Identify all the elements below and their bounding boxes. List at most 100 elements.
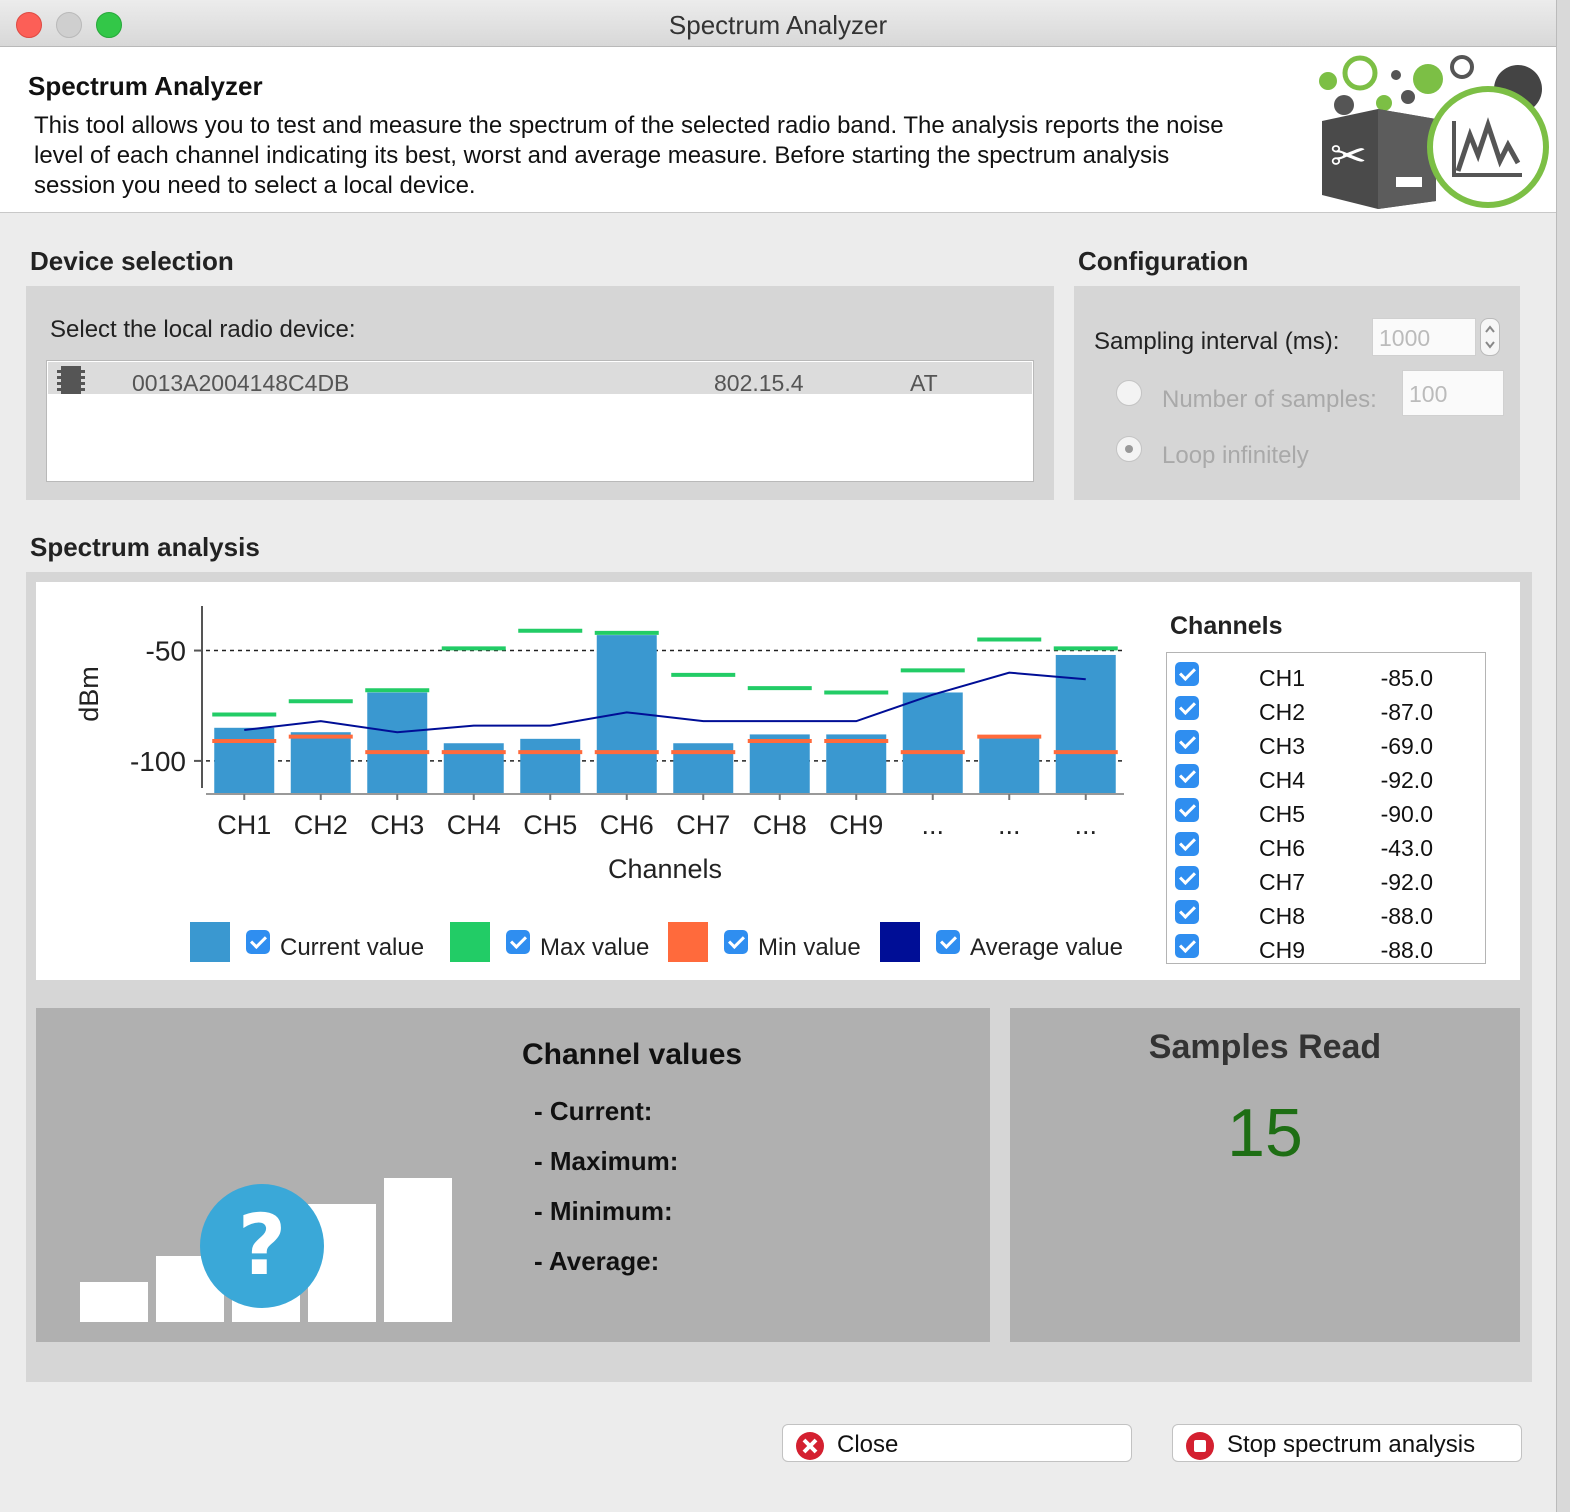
current-value-label: - Current:	[534, 1096, 653, 1126]
channel-row[interactable]: CH9 -88.0	[1167, 929, 1485, 963]
channel-checkbox[interactable]	[1175, 798, 1199, 822]
channel-row[interactable]: CH4 -92.0	[1167, 759, 1485, 793]
channel-value: -43.0	[1380, 835, 1433, 861]
signal-strength-unknown-icon: ?	[80, 1178, 452, 1322]
channel-checkbox[interactable]	[1175, 900, 1199, 924]
background-window-edge	[1557, 0, 1570, 1512]
legend-min-swatch	[668, 922, 708, 962]
stop-icon	[1186, 1432, 1214, 1460]
channel-checkbox[interactable]	[1175, 696, 1199, 720]
channel-name: CH2	[1259, 699, 1306, 725]
x-tick-label: CH3	[370, 810, 424, 840]
legend-current-label: Current value	[280, 934, 425, 961]
device-selection-title: Device selection	[30, 246, 234, 276]
spectrum-analyzer-window: Spectrum Analyzer Spectrum Analyzer This…	[0, 0, 1557, 1512]
average-value-label: - Average:	[534, 1246, 660, 1276]
channel-value: -88.0	[1380, 903, 1433, 929]
legend-average-checkbox[interactable]	[936, 930, 960, 954]
close-button[interactable]: Close	[782, 1424, 1132, 1462]
configuration-title: Configuration	[1078, 246, 1249, 276]
channel-value: -85.0	[1380, 665, 1433, 691]
x-tick-label: CH6	[600, 810, 654, 840]
bar-current	[902, 692, 963, 794]
x-tick-label: ...	[921, 810, 944, 840]
bar-current	[1055, 654, 1116, 794]
loop-infinitely-radio[interactable]	[1116, 436, 1142, 462]
channel-checkbox[interactable]	[1175, 662, 1199, 686]
header-description: This tool allows you to test and measure…	[34, 112, 1224, 199]
sampling-interval-input[interactable]: 1000	[1372, 318, 1476, 356]
title-bar[interactable]: Spectrum Analyzer	[0, 0, 1556, 47]
svg-text:?: ?	[238, 1196, 287, 1294]
channel-row[interactable]: CH2 -87.0	[1167, 691, 1485, 725]
channel-row[interactable]: CH1 -85.0	[1167, 657, 1485, 691]
x-tick-label: CH8	[753, 810, 807, 840]
samples-read-title: Samples Read	[1148, 1028, 1382, 1066]
tool-header: Spectrum Analyzer This tool allows you t…	[0, 47, 1556, 213]
legend-current-checkbox[interactable]	[246, 930, 270, 954]
channel-row[interactable]: CH7 -92.0	[1167, 861, 1485, 895]
button-bar: Close Stop spectrum analysis	[0, 1392, 1556, 1512]
channel-name: CH5	[1259, 801, 1306, 827]
number-of-samples-radio[interactable]	[1116, 380, 1142, 406]
y-tick-label: -50	[146, 636, 186, 667]
stop-analysis-button-label: Stop spectrum analysis	[1227, 1431, 1476, 1458]
channels-list-title: Channels	[1170, 612, 1283, 640]
channels-list[interactable]: CH1 -85.0 CH2 -87.0 CH3 -69.0 CH4 -92.0 CH5 -90.0…	[1166, 652, 1486, 964]
device-mac: 0013A2004148C4DB	[132, 370, 350, 396]
number-of-samples-input[interactable]: 100	[1402, 370, 1504, 416]
channel-value: -87.0	[1380, 699, 1433, 725]
legend-min-checkbox[interactable]	[724, 930, 748, 954]
channel-name: CH7	[1259, 869, 1306, 895]
radio-module-icon	[57, 366, 85, 394]
close-icon	[796, 1432, 824, 1460]
channel-values-panel: ? Channel values - Current: - Maximum: -…	[36, 1008, 990, 1342]
channel-value: -90.0	[1380, 801, 1433, 827]
x-tick-label: CH1	[217, 810, 271, 840]
channel-row[interactable]: CH5 -90.0	[1167, 793, 1485, 827]
loop-infinitely-label: Loop infinitely	[1162, 442, 1309, 469]
channel-name: CH4	[1259, 767, 1306, 793]
sampling-stepper-icon[interactable]	[1480, 318, 1500, 356]
svg-text:✂: ✂	[1330, 131, 1367, 182]
spectrum-analysis-title: Spectrum analysis	[30, 532, 260, 562]
y-tick-label: -100	[130, 746, 186, 777]
select-device-label: Select the local radio device:	[50, 316, 356, 343]
legend-average-swatch	[880, 922, 920, 962]
channel-name: CH9	[1259, 937, 1306, 963]
spectrum-chart: -50 -100 CH1 CH2 CH3 CH4 CH5 CH6 CH7 CH8 CH9......…	[74, 606, 1124, 884]
legend-current-swatch	[190, 922, 230, 962]
legend-max-swatch	[450, 922, 490, 962]
bar-current	[979, 736, 1040, 794]
channel-checkbox[interactable]	[1175, 866, 1199, 890]
device-list[interactable]: 0013A2004148C4DB 802.15.4 AT	[46, 360, 1034, 482]
channel-name: CH3	[1259, 733, 1306, 759]
legend-average-label: Average value	[970, 934, 1123, 961]
bar-current	[214, 727, 275, 794]
bar-current	[826, 734, 887, 794]
bar-current	[290, 732, 351, 794]
channel-name: CH1	[1259, 665, 1306, 691]
legend-max-checkbox[interactable]	[506, 930, 530, 954]
channel-row[interactable]: CH3 -69.0	[1167, 725, 1485, 759]
close-button-label: Close	[837, 1431, 899, 1458]
window-title: Spectrum Analyzer	[668, 10, 888, 40]
x-tick-label: CH9	[829, 810, 883, 840]
channel-checkbox[interactable]	[1175, 832, 1199, 856]
channel-row[interactable]: CH8 -88.0	[1167, 895, 1485, 929]
channel-checkbox[interactable]	[1175, 934, 1199, 958]
device-row[interactable]: 0013A2004148C4DB 802.15.4 AT	[48, 362, 1032, 396]
minimum-value-label: - Minimum:	[534, 1196, 673, 1226]
maximum-value-label: - Maximum:	[534, 1146, 679, 1176]
x-tick-label: CH5	[523, 810, 577, 840]
channel-row[interactable]: CH6 -43.0	[1167, 827, 1485, 861]
channel-checkbox[interactable]	[1175, 764, 1199, 788]
channel-value: -88.0	[1380, 937, 1433, 963]
x-tick-label: ...	[1074, 810, 1097, 840]
stop-analysis-button[interactable]: Stop spectrum analysis	[1172, 1424, 1522, 1462]
channel-name: CH6	[1259, 835, 1306, 861]
bar-current	[520, 738, 581, 794]
number-of-samples-label: Number of samples:	[1162, 386, 1377, 413]
channel-checkbox[interactable]	[1175, 730, 1199, 754]
x-tick-label: CH4	[447, 810, 501, 840]
